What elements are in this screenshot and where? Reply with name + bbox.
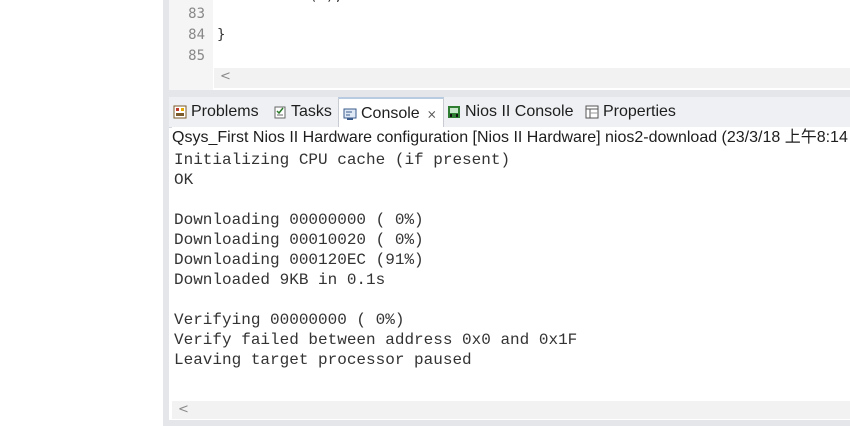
console-line: Leaving target processor paused: [174, 351, 472, 369]
editor-bottom-border: [169, 90, 850, 97]
tab-label: Tasks: [291, 103, 332, 120]
tab-label: Problems: [191, 103, 259, 120]
line-number: 83: [188, 6, 205, 22]
tab-label: Console: [361, 104, 420, 122]
console-line: OK: [174, 171, 194, 189]
line-number: 85: [188, 48, 205, 64]
line-number: 84: [188, 27, 205, 43]
tab-nios-console[interactable]: Nios II Console: [447, 97, 574, 127]
tab-label: Nios II Console: [465, 103, 574, 120]
tasks-icon: [273, 105, 287, 119]
console-line: Downloaded 9KB in 0.1s: [174, 271, 386, 289]
editor-horizontal-scrollbar[interactable]: <: [214, 68, 850, 88]
code-line-partial: ( );: [309, 0, 343, 4]
code-line: }: [217, 27, 226, 43]
console-line: Verifying 00000000 ( 0%): [174, 311, 405, 329]
console-output[interactable]: Initializing CPU cache (if present) OK D…: [174, 150, 850, 400]
console-line: Downloading 00000000 ( 0%): [174, 211, 424, 229]
line-number-gutter: 83 84 85: [169, 0, 213, 92]
close-icon[interactable]: ⨯: [427, 107, 437, 121]
console-icon: [343, 107, 357, 121]
tab-console[interactable]: Console ⨯: [338, 97, 444, 128]
scroll-left-arrow[interactable]: <: [178, 402, 189, 417]
console-line: Initializing CPU cache (if present): [174, 151, 511, 169]
left-panel: [0, 0, 163, 426]
console-line: Verify failed between address 0x0 and 0x…: [174, 331, 578, 349]
console-line: Downloading 00010020 ( 0%): [174, 231, 424, 249]
bottom-border: [169, 420, 850, 426]
console-line: Downloading 000120EC (91%): [174, 251, 424, 269]
tab-properties[interactable]: Properties: [585, 97, 676, 127]
view-tab-bar: Problems Tasks Console ⨯ Nios II Console…: [169, 97, 850, 128]
tab-problems[interactable]: Problems: [173, 97, 259, 127]
nios-console-icon: [447, 105, 461, 119]
console-horizontal-scrollbar[interactable]: <: [172, 401, 850, 419]
tab-label: Properties: [603, 103, 676, 120]
properties-icon: [585, 105, 599, 119]
console-title: Qsys_First Nios II Hardware configuratio…: [172, 127, 850, 149]
scroll-left-arrow[interactable]: <: [220, 69, 231, 84]
tab-tasks[interactable]: Tasks: [273, 97, 332, 127]
problems-icon: [173, 105, 187, 119]
